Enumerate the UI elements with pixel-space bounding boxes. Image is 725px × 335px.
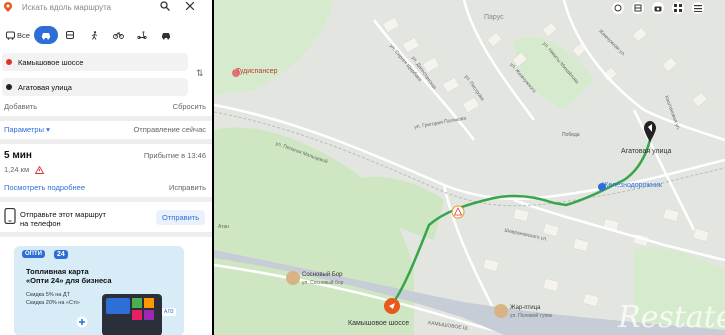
map-label-agatovaya[interactable]: Агатовая улица bbox=[621, 148, 671, 155]
kamyshovoe-marker bbox=[384, 298, 400, 314]
mode-scooter[interactable] bbox=[130, 26, 154, 44]
ad-logo-small: ОПТИ bbox=[22, 250, 45, 258]
transport-modes: Все bbox=[2, 26, 208, 44]
camera-button[interactable] bbox=[652, 2, 664, 14]
params-dropdown[interactable]: Параметры ▾ bbox=[4, 125, 50, 134]
ad-line2: Скидка 20% на «Сті» bbox=[26, 300, 80, 306]
walk-icon bbox=[91, 30, 97, 40]
car-icon bbox=[42, 32, 50, 39]
ad-line1: Скидка 5% на ДТ bbox=[26, 292, 70, 298]
map-label-zhar-ptitsa[interactable]: Жар-птица bbox=[510, 305, 540, 311]
ad-title: Топливная карта «Опти 24» для бизнеса bbox=[26, 267, 176, 285]
send-text: Отправьте этот маршрут на телефон bbox=[20, 210, 106, 228]
grid-button[interactable] bbox=[672, 2, 684, 14]
map-label-zhar-ptitsa-sub: ул. Полевой тупик bbox=[510, 313, 553, 319]
route-options: Параметры ▾ Отправление сейчас bbox=[4, 125, 206, 134]
advertisement-banner[interactable]: ОПТИ 24 Топливная карта «Опти 24» для би… bbox=[14, 246, 184, 335]
map-label-kamyshovoe[interactable]: Камышовое шоссе bbox=[348, 320, 409, 327]
mode-bus[interactable] bbox=[58, 26, 82, 44]
send-button[interactable]: Отправить bbox=[156, 210, 206, 225]
start-dot bbox=[6, 59, 12, 65]
gift-icon bbox=[76, 316, 88, 328]
distance-row: 1,24 км bbox=[4, 165, 206, 174]
ad-badge: АЛ3 bbox=[162, 308, 176, 316]
ad-phone-image bbox=[102, 294, 162, 335]
route-distance: 1,24 км bbox=[4, 165, 30, 174]
divider bbox=[0, 139, 212, 144]
map-label-zheleznodorozhnaya[interactable]: Железнодорожник bbox=[602, 182, 662, 189]
reset-button[interactable]: Сбросить bbox=[173, 102, 206, 111]
details-row: Посмотреть подробнее Исправить bbox=[4, 183, 206, 192]
map-view[interactable]: Парус Агатовая улица Железнодорожник Туд… bbox=[214, 0, 725, 335]
traffic-button[interactable] bbox=[632, 2, 644, 14]
map-label-tuddisnaser[interactable]: Тудиспансер bbox=[236, 68, 277, 75]
ad-logo-big: 24 bbox=[54, 250, 68, 259]
edit-button[interactable]: Исправить bbox=[169, 183, 206, 192]
route-time: 5 мин bbox=[4, 150, 32, 161]
map-label-parus: Парус bbox=[484, 14, 504, 21]
send-text-line1: Отправьте этот маршрут bbox=[20, 210, 106, 219]
bike-icon bbox=[112, 32, 124, 39]
swap-icon[interactable]: ⇅ bbox=[196, 68, 204, 79]
divider bbox=[0, 197, 212, 202]
add-point-button[interactable]: Добавить bbox=[4, 102, 37, 111]
map-label-sosnovy-bor-sub: ул. Сосновый бор bbox=[302, 280, 344, 286]
watermark: Restate bbox=[618, 300, 725, 335]
bus-icon bbox=[66, 30, 74, 39]
ad-title-line1: Топливная карта bbox=[26, 267, 89, 276]
mode-car[interactable] bbox=[34, 26, 58, 44]
map-canvas[interactable] bbox=[214, 0, 725, 335]
camera-icon bbox=[654, 6, 662, 11]
mode-bike[interactable] bbox=[106, 26, 130, 44]
layers-button[interactable] bbox=[612, 2, 624, 14]
scooter-icon bbox=[137, 31, 147, 39]
details-link[interactable]: Посмотреть подробнее bbox=[4, 183, 85, 192]
layers-icon bbox=[614, 4, 622, 12]
route-result[interactable]: 5 мин Прибытие в 13:46 bbox=[4, 150, 206, 161]
route-to-value: Агатовая улица bbox=[18, 82, 72, 92]
end-dot bbox=[6, 84, 12, 90]
location-pin-icon bbox=[4, 2, 12, 12]
mode-all[interactable]: Все bbox=[2, 26, 34, 44]
route-actions: Добавить Сбросить bbox=[4, 102, 206, 111]
mode-taxi[interactable] bbox=[154, 26, 178, 44]
send-text-line2: на телефон bbox=[20, 219, 61, 228]
grid-icon bbox=[674, 4, 682, 12]
menu-icon bbox=[694, 4, 702, 12]
route-panel: Искать вдоль маршрута Все Камышовое шосс… bbox=[0, 0, 212, 335]
ad-title-line2: «Опти 24» для бизнеса bbox=[26, 276, 112, 285]
warning-icon bbox=[35, 165, 45, 174]
departure-selector[interactable]: Отправление сейчас bbox=[133, 125, 206, 134]
arrival-time: Прибытие в 13:46 bbox=[143, 151, 206, 160]
traffic-warning-marker bbox=[451, 205, 465, 219]
phone-icon bbox=[4, 208, 16, 224]
map-label-sosnovy-bor[interactable]: Сосновый Бор bbox=[302, 272, 342, 278]
route-icon bbox=[6, 31, 16, 40]
taxi-icon bbox=[162, 32, 170, 39]
divider bbox=[0, 232, 212, 237]
traffic-icon bbox=[634, 4, 642, 12]
mode-all-label: Все bbox=[17, 30, 30, 40]
route-from-value: Камышовое шоссе bbox=[18, 57, 84, 67]
params-label: Параметры bbox=[4, 125, 44, 134]
search-input[interactable]: Искать вдоль маршрута bbox=[22, 3, 111, 12]
route-search-bar[interactable]: Искать вдоль маршрута bbox=[4, 0, 208, 14]
route-from-field[interactable]: Камышовое шоссе bbox=[2, 53, 188, 71]
divider bbox=[0, 116, 212, 121]
map-label-atan: Атан bbox=[218, 224, 230, 230]
route-to-field[interactable]: Агатовая улица bbox=[2, 78, 188, 96]
search-icon[interactable] bbox=[160, 1, 170, 11]
menu-button[interactable] bbox=[692, 2, 704, 14]
mode-walk[interactable] bbox=[82, 26, 106, 44]
map-label-pobeda: Победа bbox=[562, 132, 580, 138]
close-icon[interactable] bbox=[186, 2, 194, 10]
